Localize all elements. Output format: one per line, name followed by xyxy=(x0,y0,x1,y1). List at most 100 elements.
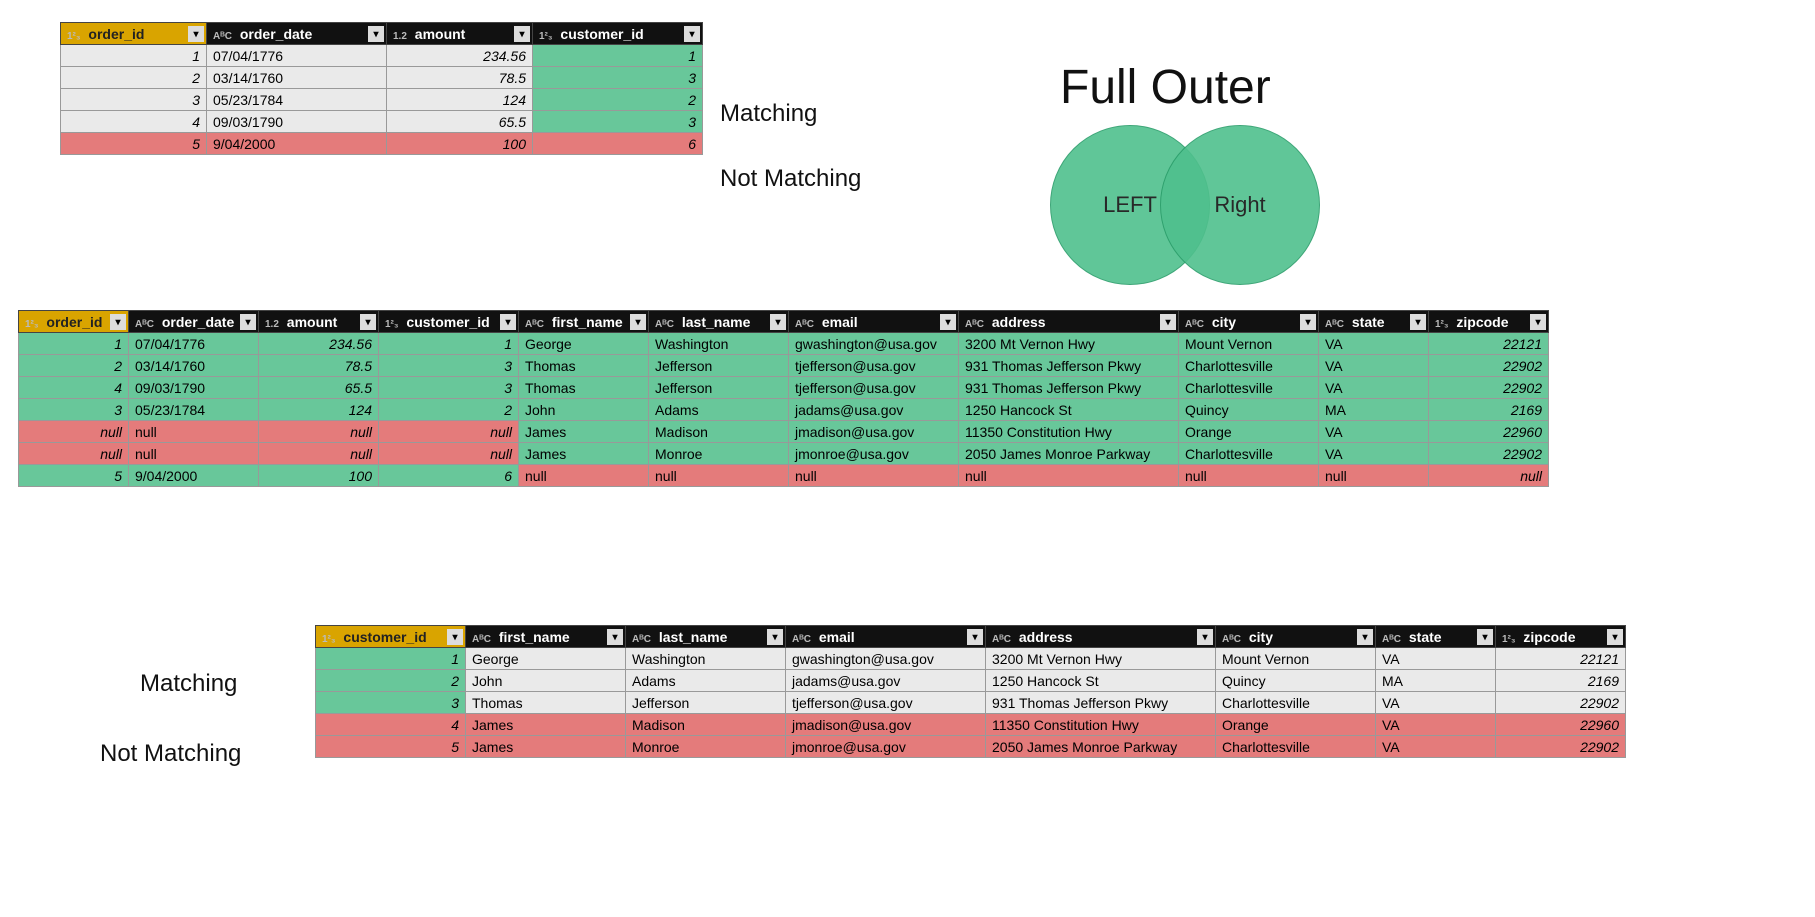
column-header-order_id[interactable]: 1²₃ order_id▾ xyxy=(19,311,129,333)
dropdown-icon[interactable]: ▾ xyxy=(1530,314,1546,330)
column-header-email[interactable]: AᴮC email▾ xyxy=(786,626,986,648)
integer-type-icon: 1²₃ xyxy=(385,319,399,330)
dropdown-icon[interactable]: ▾ xyxy=(967,629,983,645)
cell-state: MA xyxy=(1319,399,1429,421)
cell-order_id: 3 xyxy=(61,89,207,111)
column-header-order_date[interactable]: AᴮC order_date▾ xyxy=(207,23,387,45)
column-header-email[interactable]: AᴮC email▾ xyxy=(789,311,959,333)
cell-last_name: Monroe xyxy=(626,736,786,758)
column-header-city[interactable]: AᴮC city▾ xyxy=(1179,311,1319,333)
cell-customer_id: 3 xyxy=(379,377,519,399)
cell-address: 2050 James Monroe Parkway xyxy=(959,443,1179,465)
column-header-customer_id[interactable]: 1²₃ customer_id▾ xyxy=(379,311,519,333)
cell-state: VA xyxy=(1319,355,1429,377)
column-header-amount[interactable]: 1.2 amount▾ xyxy=(259,311,379,333)
column-header-zipcode[interactable]: 1²₃ zipcode▾ xyxy=(1429,311,1549,333)
dropdown-icon[interactable]: ▾ xyxy=(368,26,384,42)
column-header-customer_id[interactable]: 1²₃ customer_id▾ xyxy=(316,626,466,648)
cell-last_name: Madison xyxy=(626,714,786,736)
cell-customer_id: 4 xyxy=(316,714,466,736)
dropdown-icon[interactable]: ▾ xyxy=(240,314,256,330)
column-header-state[interactable]: AᴮC state▾ xyxy=(1376,626,1496,648)
column-header-last_name[interactable]: AᴮC last_name▾ xyxy=(626,626,786,648)
table-row: 4JamesMadisonjmadison@usa.gov11350 Const… xyxy=(316,714,1626,736)
cell-amount: 124 xyxy=(387,89,533,111)
dropdown-icon[interactable]: ▾ xyxy=(684,26,700,42)
cell-customer_id: 6 xyxy=(533,133,703,155)
column-header-address[interactable]: AᴮC address▾ xyxy=(986,626,1216,648)
dropdown-icon[interactable]: ▾ xyxy=(607,629,623,645)
table-row: 305/23/17841242JohnAdamsjadams@usa.gov12… xyxy=(19,399,1549,421)
dropdown-icon[interactable]: ▾ xyxy=(1300,314,1316,330)
cell-customer_id: 1 xyxy=(379,333,519,355)
cell-state: VA xyxy=(1376,692,1496,714)
dropdown-icon[interactable]: ▾ xyxy=(188,26,204,42)
decimal-type-icon: 1.2 xyxy=(393,31,407,42)
column-header-first_name[interactable]: AᴮC first_name▾ xyxy=(466,626,626,648)
column-header-order_date[interactable]: AᴮC order_date▾ xyxy=(129,311,259,333)
dropdown-icon[interactable]: ▾ xyxy=(1160,314,1176,330)
column-header-amount[interactable]: 1.2 amount▾ xyxy=(387,23,533,45)
text-type-icon: AᴮC xyxy=(632,634,651,645)
cell-last_name: Jefferson xyxy=(649,377,789,399)
dropdown-icon[interactable]: ▾ xyxy=(360,314,376,330)
dropdown-icon[interactable]: ▾ xyxy=(940,314,956,330)
column-header-address[interactable]: AᴮC address▾ xyxy=(959,311,1179,333)
cell-address: 11350 Constitution Hwy xyxy=(986,714,1216,736)
text-type-icon: AᴮC xyxy=(1325,319,1344,330)
column-header-last_name[interactable]: AᴮC last_name▾ xyxy=(649,311,789,333)
cell-first_name: James xyxy=(466,736,626,758)
dropdown-icon[interactable]: ▾ xyxy=(1410,314,1426,330)
table-row: 59/04/20001006nullnullnullnullnullnullnu… xyxy=(19,465,1549,487)
cell-city: Quincy xyxy=(1179,399,1319,421)
decimal-type-icon: 1.2 xyxy=(265,319,279,330)
cell-zipcode: 22902 xyxy=(1429,355,1549,377)
not-matching-label: Not Matching xyxy=(720,165,861,193)
cell-city: Charlottesville xyxy=(1179,355,1319,377)
cell-zipcode: 2169 xyxy=(1496,670,1626,692)
dropdown-icon[interactable]: ▾ xyxy=(500,314,516,330)
cell-email: gwashington@usa.gov xyxy=(786,648,986,670)
table-row: 203/14/176078.53 xyxy=(61,67,703,89)
integer-type-icon: 1²₃ xyxy=(539,31,553,42)
cell-city: null xyxy=(1179,465,1319,487)
cell-email: jmonroe@usa.gov xyxy=(786,736,986,758)
cell-last_name: Adams xyxy=(649,399,789,421)
dropdown-icon[interactable]: ▾ xyxy=(770,314,786,330)
column-header-zipcode[interactable]: 1²₃ zipcode▾ xyxy=(1496,626,1626,648)
text-type-icon: AᴮC xyxy=(792,634,811,645)
text-type-icon: AᴮC xyxy=(213,31,232,42)
cell-order_date: 05/23/1784 xyxy=(207,89,387,111)
cell-city: Charlottesville xyxy=(1216,692,1376,714)
dropdown-icon[interactable]: ▾ xyxy=(1607,629,1623,645)
dropdown-icon[interactable]: ▾ xyxy=(1477,629,1493,645)
dropdown-icon[interactable]: ▾ xyxy=(767,629,783,645)
dropdown-icon[interactable]: ▾ xyxy=(1197,629,1213,645)
dropdown-icon[interactable]: ▾ xyxy=(110,314,126,330)
cell-last_name: Washington xyxy=(649,333,789,355)
dropdown-icon[interactable]: ▾ xyxy=(1357,629,1373,645)
column-header-city[interactable]: AᴮC city▾ xyxy=(1216,626,1376,648)
cell-state: MA xyxy=(1376,670,1496,692)
cell-order_date: null xyxy=(129,421,259,443)
cell-order_id: 1 xyxy=(61,45,207,67)
join-result-table: 1²₃ order_id▾AᴮC order_date▾1.2 amount▾1… xyxy=(18,310,1549,487)
column-header-order_id[interactable]: 1²₃ order_id▾ xyxy=(61,23,207,45)
dropdown-icon[interactable]: ▾ xyxy=(514,26,530,42)
cell-customer_id: null xyxy=(379,443,519,465)
cell-first_name: null xyxy=(519,465,649,487)
column-header-state[interactable]: AᴮC state▾ xyxy=(1319,311,1429,333)
cell-amount: 234.56 xyxy=(259,333,379,355)
cell-last_name: Madison xyxy=(649,421,789,443)
cell-first_name: George xyxy=(519,333,649,355)
cell-amount: 65.5 xyxy=(259,377,379,399)
cell-customer_id: 5 xyxy=(316,736,466,758)
column-header-first_name[interactable]: AᴮC first_name▾ xyxy=(519,311,649,333)
column-header-customer_id[interactable]: 1²₃ customer_id▾ xyxy=(533,23,703,45)
dropdown-icon[interactable]: ▾ xyxy=(630,314,646,330)
cell-customer_id: 3 xyxy=(316,692,466,714)
cell-order_date: null xyxy=(129,443,259,465)
cell-amount: 124 xyxy=(259,399,379,421)
cell-zipcode: 2169 xyxy=(1429,399,1549,421)
dropdown-icon[interactable]: ▾ xyxy=(447,629,463,645)
